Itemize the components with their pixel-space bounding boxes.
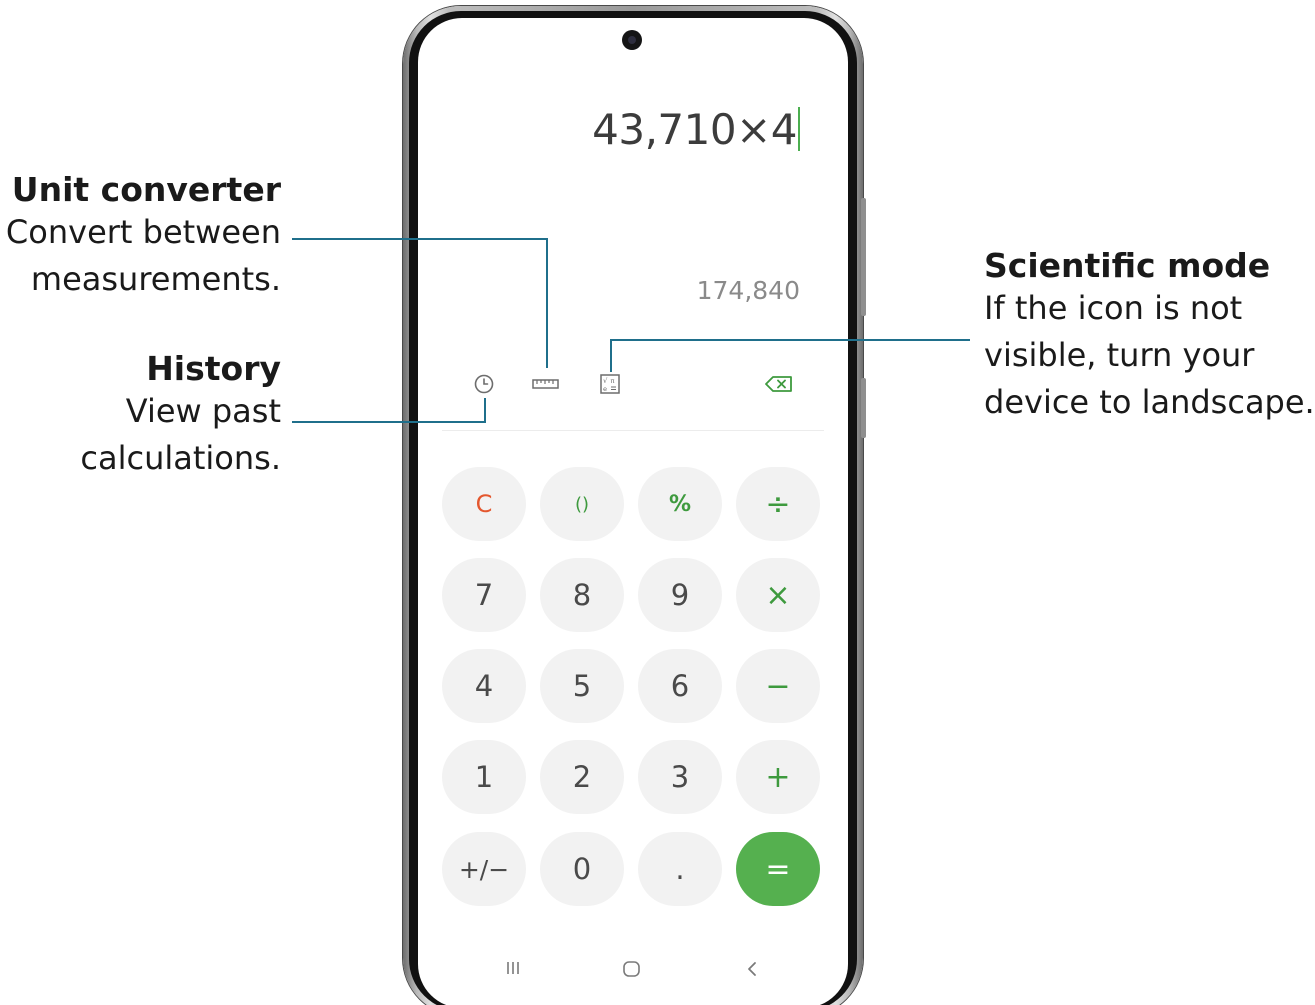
scientific-mode-desc-line1: If the icon is not <box>984 289 1243 327</box>
svg-text:√: √ <box>603 377 608 385</box>
history-icon[interactable] <box>472 372 496 400</box>
history-leader-v <box>484 398 486 423</box>
scientific-leader-v <box>610 339 612 372</box>
calculator-screen: 43,710×4 174,840 √ π e C () % ÷ 7 8 9 × … <box>418 18 848 1005</box>
unit-converter-leader-h <box>292 238 548 240</box>
expression-display[interactable]: 43,710×4 <box>592 105 800 154</box>
history-heading: History <box>146 349 281 388</box>
plus-key[interactable]: + <box>736 740 820 814</box>
scientific-icon[interactable]: √ π e <box>598 372 622 400</box>
scientific-mode-desc-line2: visible, turn your <box>984 336 1255 374</box>
history-desc-line1: View past <box>125 392 281 430</box>
expression-text: 43,710×4 <box>592 105 797 154</box>
backspace-icon[interactable] <box>764 374 794 398</box>
front-camera <box>622 30 642 50</box>
ruler-icon[interactable] <box>531 376 561 396</box>
key-6[interactable]: 6 <box>638 649 722 723</box>
scientific-leader-h <box>610 339 970 341</box>
equals-key[interactable]: = <box>736 832 820 906</box>
key-4[interactable]: 4 <box>442 649 526 723</box>
key-0[interactable]: 0 <box>540 832 624 906</box>
key-2[interactable]: 2 <box>540 740 624 814</box>
clear-key[interactable]: C <box>442 467 526 541</box>
plus-minus-key[interactable]: +/− <box>442 832 526 906</box>
key-3[interactable]: 3 <box>638 740 722 814</box>
decimal-key[interactable]: . <box>638 832 722 906</box>
key-5[interactable]: 5 <box>540 649 624 723</box>
key-8[interactable]: 8 <box>540 558 624 632</box>
multiply-key[interactable]: × <box>736 558 820 632</box>
parentheses-key[interactable]: () <box>540 467 624 541</box>
scientific-mode-annotation: Scientific mode If the icon is not visib… <box>984 246 1315 426</box>
stage: Unit converter Convert between measureme… <box>0 0 1315 1005</box>
back-icon[interactable] <box>744 960 760 982</box>
history-desc-line2: calculations. <box>80 439 281 477</box>
scientific-mode-heading: Scientific mode <box>984 246 1271 285</box>
svg-text:e: e <box>603 385 607 393</box>
unit-converter-leader-v <box>546 238 548 368</box>
keypad-divider <box>442 430 824 431</box>
percent-key[interactable]: % <box>638 467 722 541</box>
text-cursor <box>798 107 800 151</box>
unit-converter-desc-line2: measurements. <box>30 260 281 298</box>
recents-icon[interactable] <box>504 960 522 980</box>
result-preview: 174,840 <box>696 276 800 305</box>
unit-converter-heading: Unit converter <box>11 170 281 209</box>
power-button <box>861 378 866 438</box>
divide-key[interactable]: ÷ <box>736 467 820 541</box>
history-annotation: History View past calculations. <box>80 349 281 482</box>
key-9[interactable]: 9 <box>638 558 722 632</box>
home-icon[interactable] <box>622 960 642 982</box>
unit-converter-annotation: Unit converter Convert between measureme… <box>6 170 281 303</box>
volume-button <box>861 198 866 316</box>
key-1[interactable]: 1 <box>442 740 526 814</box>
key-7[interactable]: 7 <box>442 558 526 632</box>
minus-key[interactable]: − <box>736 649 820 723</box>
scientific-mode-desc-line3: device to landscape. <box>984 383 1315 421</box>
unit-converter-desc-line1: Convert between <box>5 213 281 251</box>
svg-text:π: π <box>611 377 615 385</box>
history-leader-h <box>292 421 486 423</box>
